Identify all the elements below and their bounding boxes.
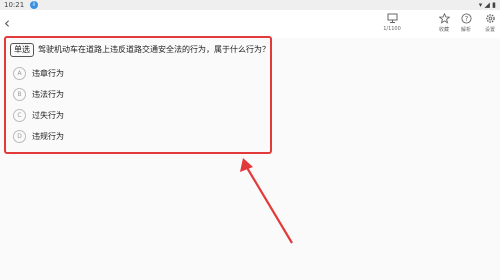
- annotation-arrow: [240, 158, 293, 244]
